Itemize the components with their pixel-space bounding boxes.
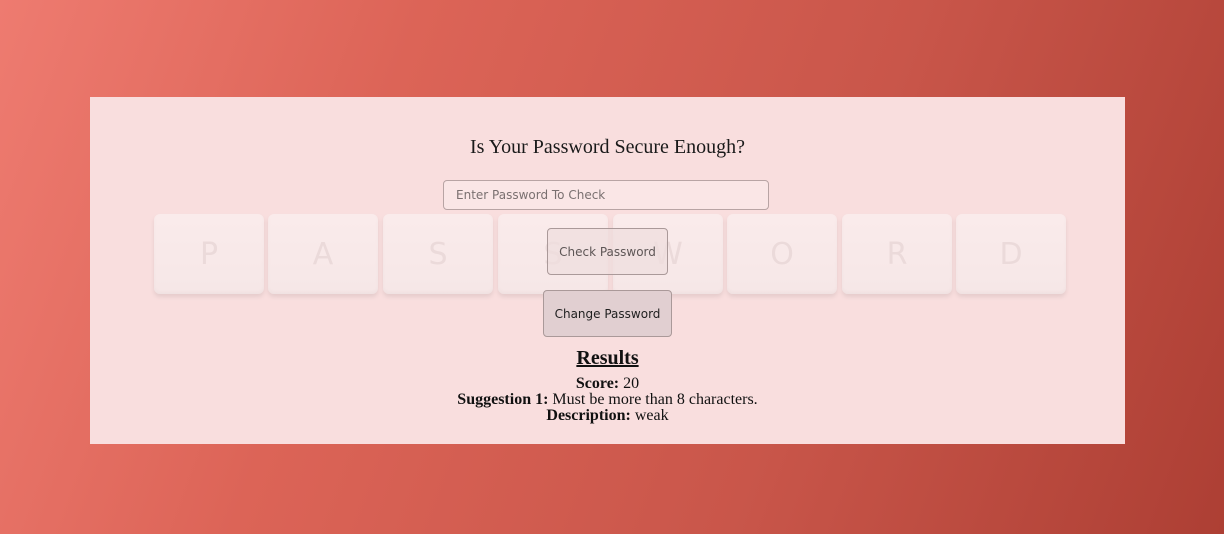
password-input[interactable] <box>443 180 769 210</box>
score-label: Score: <box>575 375 620 392</box>
description-line: Description: weak <box>90 408 1125 424</box>
suggestion-value: Must be more than 8 characters. <box>552 391 758 408</box>
page-title: Is Your Password Secure Enough? <box>470 136 745 158</box>
description-value: weak <box>634 407 669 424</box>
description-label: Description: <box>546 407 631 424</box>
suggestion-line: Suggestion 1: Must be more than 8 charac… <box>90 392 1125 408</box>
score-value: 20 <box>623 375 640 392</box>
results-block: Score: 20 Suggestion 1: Must be more tha… <box>90 376 1125 424</box>
change-password-button[interactable]: Change Password <box>543 290 672 337</box>
results-heading: Results <box>576 347 639 369</box>
check-password-button[interactable]: Check Password <box>547 228 668 275</box>
score-line: Score: 20 <box>90 376 1125 392</box>
suggestion-label: Suggestion 1: <box>457 391 549 408</box>
